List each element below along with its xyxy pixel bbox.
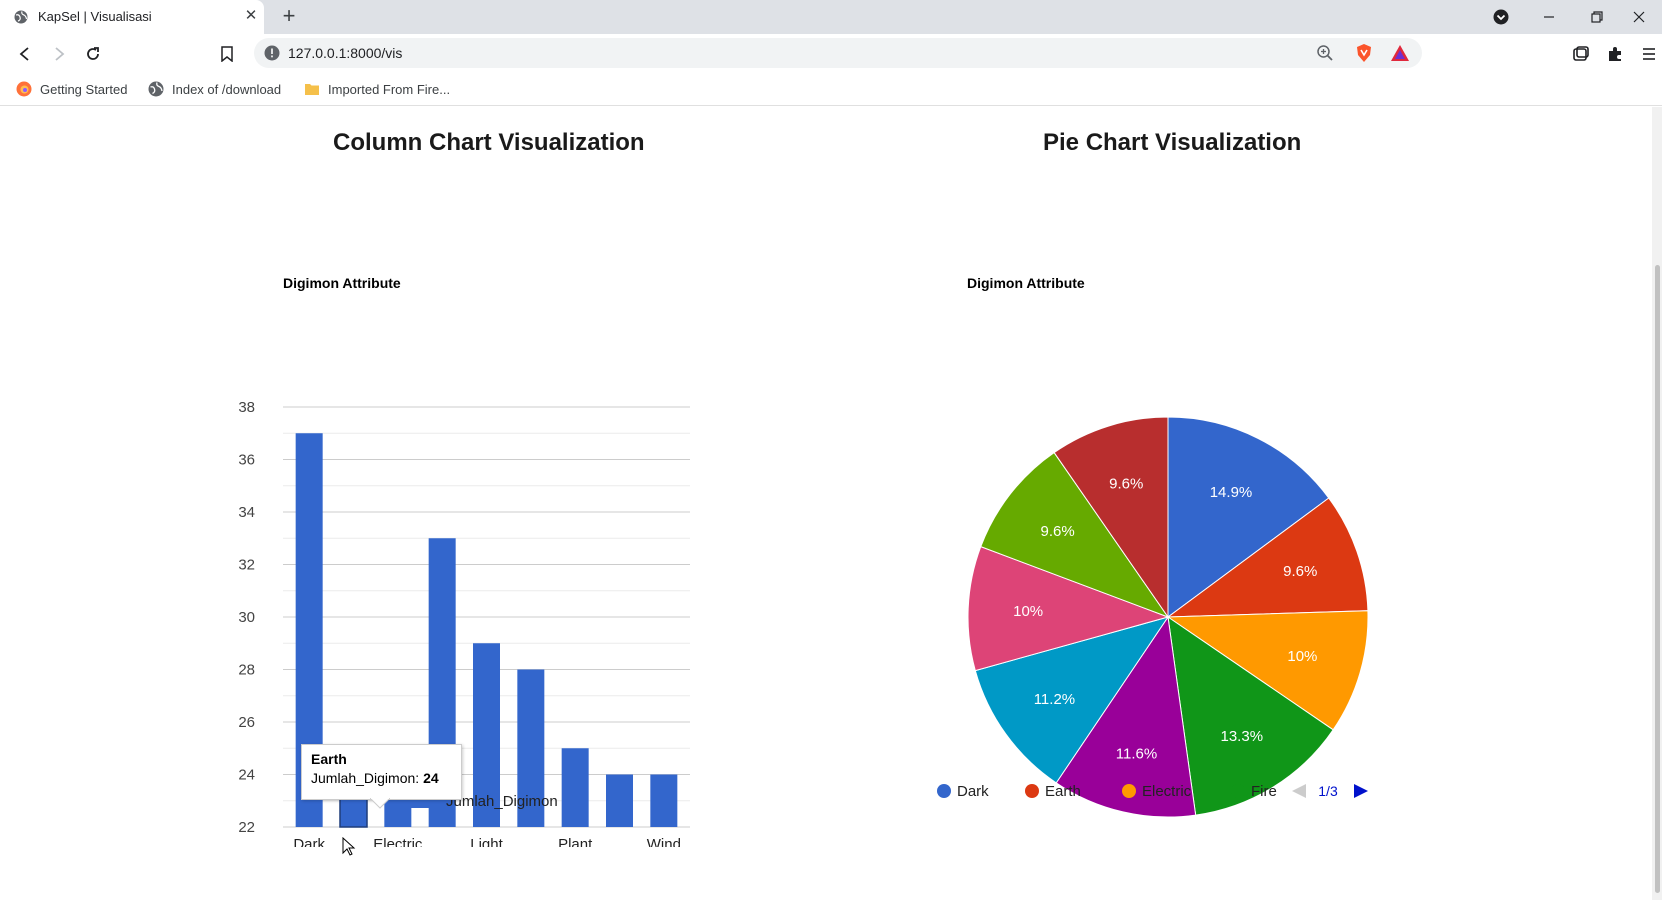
tab-active[interactable]: KapSel | Visualisasi ✕: [0, 0, 264, 34]
bookmark-imported-folder[interactable]: Imported From Fire...: [304, 80, 450, 98]
legend-next-page-icon[interactable]: [1354, 784, 1368, 798]
legend-page-indicator: 1/3: [1318, 783, 1338, 799]
pie-percent-label: 13.3%: [1221, 728, 1264, 745]
close-icon[interactable]: ✕: [242, 7, 260, 25]
legend-label-earth: Earth: [1045, 783, 1081, 800]
bookmark-getting-started[interactable]: Getting Started: [16, 80, 127, 98]
globe-icon: [148, 81, 164, 97]
mouse-cursor-icon: [342, 837, 356, 856]
legend-marker-electric: [1122, 784, 1136, 798]
bookmark-icon[interactable]: [214, 41, 240, 67]
pie-percent-label: 9.6%: [1109, 475, 1143, 492]
legend-marker-dark: [937, 784, 951, 798]
bookmark-index-download[interactable]: Index of /download: [148, 80, 281, 98]
brave-shield-icon[interactable]: [1354, 43, 1374, 63]
bar-plant[interactable]: [561, 748, 589, 827]
restore-icon[interactable]: [1574, 0, 1620, 34]
bookmark-label: Imported From Fire...: [328, 81, 451, 97]
legend-label-electric: Electric: [1142, 783, 1192, 800]
window-close-icon[interactable]: [1616, 0, 1662, 34]
legend-label-dark: Dark: [957, 783, 989, 800]
pie-percent-label: 10%: [1013, 603, 1043, 620]
scrollbar-thumb[interactable]: [1655, 265, 1660, 893]
bookmark-label: Getting Started: [40, 81, 128, 97]
y-tick-label: 32: [238, 557, 255, 574]
y-tick-label: 26: [238, 714, 255, 731]
menu-icon[interactable]: [1636, 41, 1662, 67]
pie-chart: 14.9% 9.6% 10% 13.3% 11.6% 11.2% 10% 9.6% 9.6% D…: [937, 416, 1369, 818]
y-tick-label: 28: [238, 662, 255, 679]
bar-water[interactable]: [606, 774, 633, 828]
legend-prev-page-icon[interactable]: [1292, 784, 1306, 798]
tooltip-title: Earth: [311, 751, 347, 767]
url-text[interactable]: 127.0.0.1:8000/vis: [288, 45, 402, 61]
x-tick-label: Dark: [293, 836, 325, 847]
info-icon[interactable]: [264, 45, 280, 61]
y-tick-label: 30: [238, 609, 255, 626]
reload-icon[interactable]: [80, 41, 106, 67]
pie-section-title: Pie Chart Visualization: [1043, 129, 1302, 156]
pie-percent-label: 9.6%: [1283, 563, 1317, 580]
wallet-icon[interactable]: [1568, 41, 1594, 67]
address-bar[interactable]: 127.0.0.1:8000/vis: [254, 38, 1422, 68]
y-tick-label: 36: [238, 452, 255, 469]
tooltip-pointer: [370, 798, 390, 809]
folder-icon: [305, 84, 319, 95]
x-tick-label: Plant: [558, 836, 593, 847]
y-tick-label: 24: [238, 767, 255, 784]
zoom-icon[interactable]: [1316, 44, 1334, 62]
bar-wind[interactable]: [650, 774, 678, 828]
forward-icon[interactable]: [46, 41, 72, 67]
bookmark-label: Index of /download: [172, 81, 282, 97]
back-icon[interactable]: [12, 41, 38, 67]
y-tick-label: 34: [238, 504, 255, 521]
bar-tooltip: Earth Jumlah_Digimon: 24: [301, 744, 462, 800]
tooltip-value: 24: [423, 770, 439, 786]
tab-title: KapSel | Visualisasi: [38, 9, 152, 24]
x-tick-label: Electric: [373, 836, 423, 847]
new-tab-button[interactable]: +: [278, 5, 300, 27]
pie-percent-label: 11.2%: [1034, 691, 1075, 708]
y-tick-label: 38: [238, 399, 255, 416]
tab-strip: KapSel | Visualisasi ✕ +: [0, 0, 1662, 34]
y-tick-label: 22: [238, 819, 255, 836]
x-tick-label: Wind: [647, 836, 681, 847]
tab-search-icon[interactable]: [1478, 0, 1524, 34]
browser-toolbar: 127.0.0.1:8000/vis: [0, 34, 1662, 72]
tooltip-label: Jumlah_Digimon:: [311, 770, 424, 786]
bookmarks-bar: Getting Started Index of /download Impor…: [0, 72, 1662, 106]
pie-percent-label: 11.6%: [1116, 745, 1157, 762]
legend-marker-earth: [1025, 784, 1039, 798]
extensions-puzzle-icon[interactable]: [1602, 41, 1628, 67]
legend-marker-fire: [1231, 784, 1245, 798]
pie-percent-label: 14.9%: [1210, 484, 1253, 501]
page-content: Column Chart Visualization Pie Chart Vis…: [0, 107, 1652, 900]
column-section-title: Column Chart Visualization: [333, 129, 645, 156]
legend-label-fire: Fire: [1251, 783, 1277, 800]
legend-label-jumlah-digimon: Jumlah_Digimon: [446, 793, 558, 810]
pie-percent-label: 9.6%: [1041, 523, 1075, 540]
rewards-triangle-icon[interactable]: [1390, 43, 1410, 63]
pie-percent-label: 10%: [1287, 648, 1317, 665]
x-tick-label: Light: [470, 836, 503, 847]
minimize-icon[interactable]: [1526, 0, 1572, 34]
globe-icon: [14, 10, 28, 24]
firefox-icon: [16, 81, 32, 97]
